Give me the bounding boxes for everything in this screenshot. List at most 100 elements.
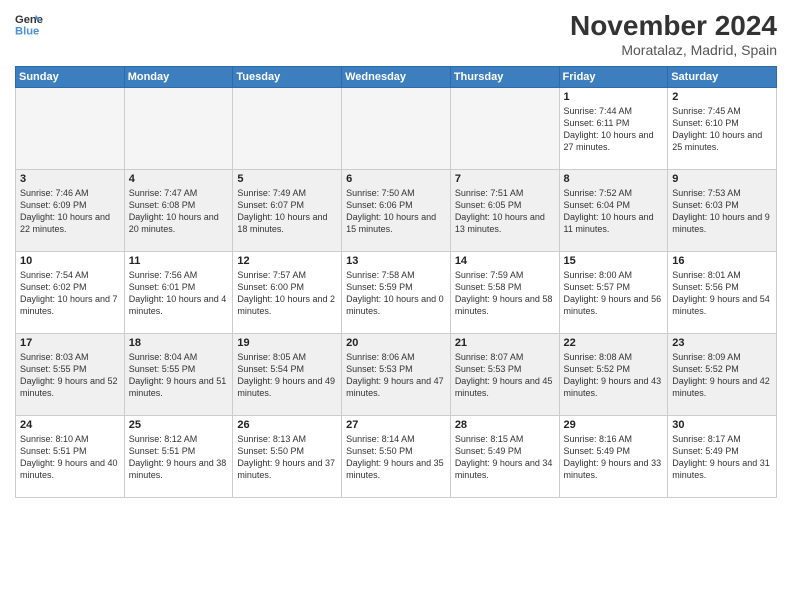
day-number: 28 <box>455 419 555 431</box>
day-info: Sunrise: 8:12 AM Sunset: 5:51 PM Dayligh… <box>129 433 229 482</box>
calendar-cell: 15 Sunrise: 8:00 AM Sunset: 5:57 PM Dayli… <box>559 252 668 334</box>
day-info: Sunrise: 7:52 AM Sunset: 6:04 PM Dayligh… <box>564 187 664 236</box>
day-info: Sunrise: 7:53 AM Sunset: 6:03 PM Dayligh… <box>672 187 772 236</box>
calendar-cell: 6 Sunrise: 7:50 AM Sunset: 6:06 PM Daylig… <box>342 170 451 252</box>
calendar-week-row: 1 Sunrise: 7:44 AM Sunset: 6:11 PM Daylig… <box>16 88 777 170</box>
day-info: Sunrise: 7:57 AM Sunset: 6:00 PM Dayligh… <box>237 269 337 318</box>
calendar-cell: 23 Sunrise: 8:09 AM Sunset: 5:52 PM Dayli… <box>668 334 777 416</box>
day-number: 19 <box>237 337 337 349</box>
weekday-header: Saturday <box>668 67 777 88</box>
calendar-table: SundayMondayTuesdayWednesdayThursdayFrid… <box>15 66 777 498</box>
weekday-header: Tuesday <box>233 67 342 88</box>
calendar-cell: 10 Sunrise: 7:54 AM Sunset: 6:02 PM Dayli… <box>16 252 125 334</box>
day-number: 27 <box>346 419 446 431</box>
day-info: Sunrise: 8:14 AM Sunset: 5:50 PM Dayligh… <box>346 433 446 482</box>
weekday-header: Thursday <box>450 67 559 88</box>
day-number: 18 <box>129 337 229 349</box>
day-number: 21 <box>455 337 555 349</box>
weekday-header: Sunday <box>16 67 125 88</box>
calendar-cell <box>124 88 233 170</box>
day-number: 9 <box>672 173 772 185</box>
day-number: 2 <box>672 91 772 103</box>
calendar-cell: 26 Sunrise: 8:13 AM Sunset: 5:50 PM Dayli… <box>233 416 342 498</box>
day-number: 14 <box>455 255 555 267</box>
calendar-cell: 8Sunrise: 7:52 AM Sunset: 6:04 PM Daylig… <box>559 170 668 252</box>
day-number: 22 <box>564 337 664 349</box>
day-number: 10 <box>20 255 120 267</box>
calendar-cell: 12 Sunrise: 7:57 AM Sunset: 6:00 PM Dayli… <box>233 252 342 334</box>
day-info: Sunrise: 8:17 AM Sunset: 5:49 PM Dayligh… <box>672 433 772 482</box>
calendar-cell: 28 Sunrise: 8:15 AM Sunset: 5:49 PM Dayli… <box>450 416 559 498</box>
day-info: Sunrise: 8:09 AM Sunset: 5:52 PM Dayligh… <box>672 351 772 400</box>
day-info: Sunrise: 8:07 AM Sunset: 5:53 PM Dayligh… <box>455 351 555 400</box>
calendar-cell: 4 Sunrise: 7:47 AM Sunset: 6:08 PM Daylig… <box>124 170 233 252</box>
day-info: Sunrise: 7:58 AM Sunset: 5:59 PM Dayligh… <box>346 269 446 318</box>
calendar-week-row: 24Sunrise: 8:10 AM Sunset: 5:51 PM Dayli… <box>16 416 777 498</box>
calendar-cell: 9 Sunrise: 7:53 AM Sunset: 6:03 PM Daylig… <box>668 170 777 252</box>
day-number: 24 <box>20 419 120 431</box>
day-number: 13 <box>346 255 446 267</box>
calendar-cell: 21 Sunrise: 8:07 AM Sunset: 5:53 PM Dayli… <box>450 334 559 416</box>
day-number: 15 <box>564 255 664 267</box>
calendar-cell: 25 Sunrise: 8:12 AM Sunset: 5:51 PM Dayli… <box>124 416 233 498</box>
weekday-header: Friday <box>559 67 668 88</box>
calendar-cell <box>450 88 559 170</box>
calendar-cell: 29Sunrise: 8:16 AM Sunset: 5:49 PM Dayli… <box>559 416 668 498</box>
day-number: 23 <box>672 337 772 349</box>
day-number: 26 <box>237 419 337 431</box>
day-number: 30 <box>672 419 772 431</box>
day-info: Sunrise: 8:01 AM Sunset: 5:56 PM Dayligh… <box>672 269 772 318</box>
day-number: 17 <box>20 337 120 349</box>
logo: General Blue <box>15 10 43 38</box>
day-number: 6 <box>346 173 446 185</box>
day-info: Sunrise: 8:13 AM Sunset: 5:50 PM Dayligh… <box>237 433 337 482</box>
day-info: Sunrise: 8:15 AM Sunset: 5:49 PM Dayligh… <box>455 433 555 482</box>
day-info: Sunrise: 7:54 AM Sunset: 6:02 PM Dayligh… <box>20 269 120 318</box>
calendar-cell: 16Sunrise: 8:01 AM Sunset: 5:56 PM Dayli… <box>668 252 777 334</box>
day-info: Sunrise: 8:05 AM Sunset: 5:54 PM Dayligh… <box>237 351 337 400</box>
calendar-week-row: 3Sunrise: 7:46 AM Sunset: 6:09 PM Daylig… <box>16 170 777 252</box>
calendar-cell: 1 Sunrise: 7:44 AM Sunset: 6:11 PM Daylig… <box>559 88 668 170</box>
day-number: 25 <box>129 419 229 431</box>
calendar-week-row: 10 Sunrise: 7:54 AM Sunset: 6:02 PM Dayli… <box>16 252 777 334</box>
day-number: 3 <box>20 173 120 185</box>
day-number: 4 <box>129 173 229 185</box>
day-info: Sunrise: 7:49 AM Sunset: 6:07 PM Dayligh… <box>237 187 337 236</box>
day-info: Sunrise: 7:45 AM Sunset: 6:10 PM Dayligh… <box>672 105 772 154</box>
day-info: Sunrise: 8:08 AM Sunset: 5:52 PM Dayligh… <box>564 351 664 400</box>
day-info: Sunrise: 7:50 AM Sunset: 6:06 PM Dayligh… <box>346 187 446 236</box>
day-number: 11 <box>129 255 229 267</box>
day-info: Sunrise: 7:47 AM Sunset: 6:08 PM Dayligh… <box>129 187 229 236</box>
month-title: November 2024 <box>570 10 777 42</box>
day-number: 20 <box>346 337 446 349</box>
day-info: Sunrise: 8:16 AM Sunset: 5:49 PM Dayligh… <box>564 433 664 482</box>
calendar-week-row: 17 Sunrise: 8:03 AM Sunset: 5:55 PM Dayli… <box>16 334 777 416</box>
day-number: 5 <box>237 173 337 185</box>
title-block: November 2024 Moratalaz, Madrid, Spain <box>570 10 777 58</box>
calendar-cell: 27 Sunrise: 8:14 AM Sunset: 5:50 PM Dayli… <box>342 416 451 498</box>
calendar-cell: 14 Sunrise: 7:59 AM Sunset: 5:58 PM Dayli… <box>450 252 559 334</box>
day-info: Sunrise: 7:56 AM Sunset: 6:01 PM Dayligh… <box>129 269 229 318</box>
location: Moratalaz, Madrid, Spain <box>570 42 777 58</box>
svg-text:Blue: Blue <box>15 25 39 37</box>
day-info: Sunrise: 7:44 AM Sunset: 6:11 PM Dayligh… <box>564 105 664 154</box>
day-number: 12 <box>237 255 337 267</box>
logo-icon: General Blue <box>15 10 43 38</box>
day-info: Sunrise: 8:03 AM Sunset: 5:55 PM Dayligh… <box>20 351 120 400</box>
calendar-cell: 30 Sunrise: 8:17 AM Sunset: 5:49 PM Dayli… <box>668 416 777 498</box>
day-info: Sunrise: 7:59 AM Sunset: 5:58 PM Dayligh… <box>455 269 555 318</box>
calendar-cell: 20Sunrise: 8:06 AM Sunset: 5:53 PM Dayli… <box>342 334 451 416</box>
calendar-cell: 22 Sunrise: 8:08 AM Sunset: 5:52 PM Dayli… <box>559 334 668 416</box>
calendar-cell: 11 Sunrise: 7:56 AM Sunset: 6:01 PM Dayli… <box>124 252 233 334</box>
calendar-cell: 24Sunrise: 8:10 AM Sunset: 5:51 PM Dayli… <box>16 416 125 498</box>
day-number: 1 <box>564 91 664 103</box>
calendar-cell: 19 Sunrise: 8:05 AM Sunset: 5:54 PM Dayli… <box>233 334 342 416</box>
weekday-header: Monday <box>124 67 233 88</box>
day-info: Sunrise: 8:00 AM Sunset: 5:57 PM Dayligh… <box>564 269 664 318</box>
calendar-cell: 13 Sunrise: 7:58 AM Sunset: 5:59 PM Dayli… <box>342 252 451 334</box>
calendar-cell: 18Sunrise: 8:04 AM Sunset: 5:55 PM Dayli… <box>124 334 233 416</box>
weekday-header: Wednesday <box>342 67 451 88</box>
calendar-cell: 5 Sunrise: 7:49 AM Sunset: 6:07 PM Daylig… <box>233 170 342 252</box>
calendar-cell <box>342 88 451 170</box>
page-container: General Blue November 2024 Moratalaz, Ma… <box>0 0 792 508</box>
